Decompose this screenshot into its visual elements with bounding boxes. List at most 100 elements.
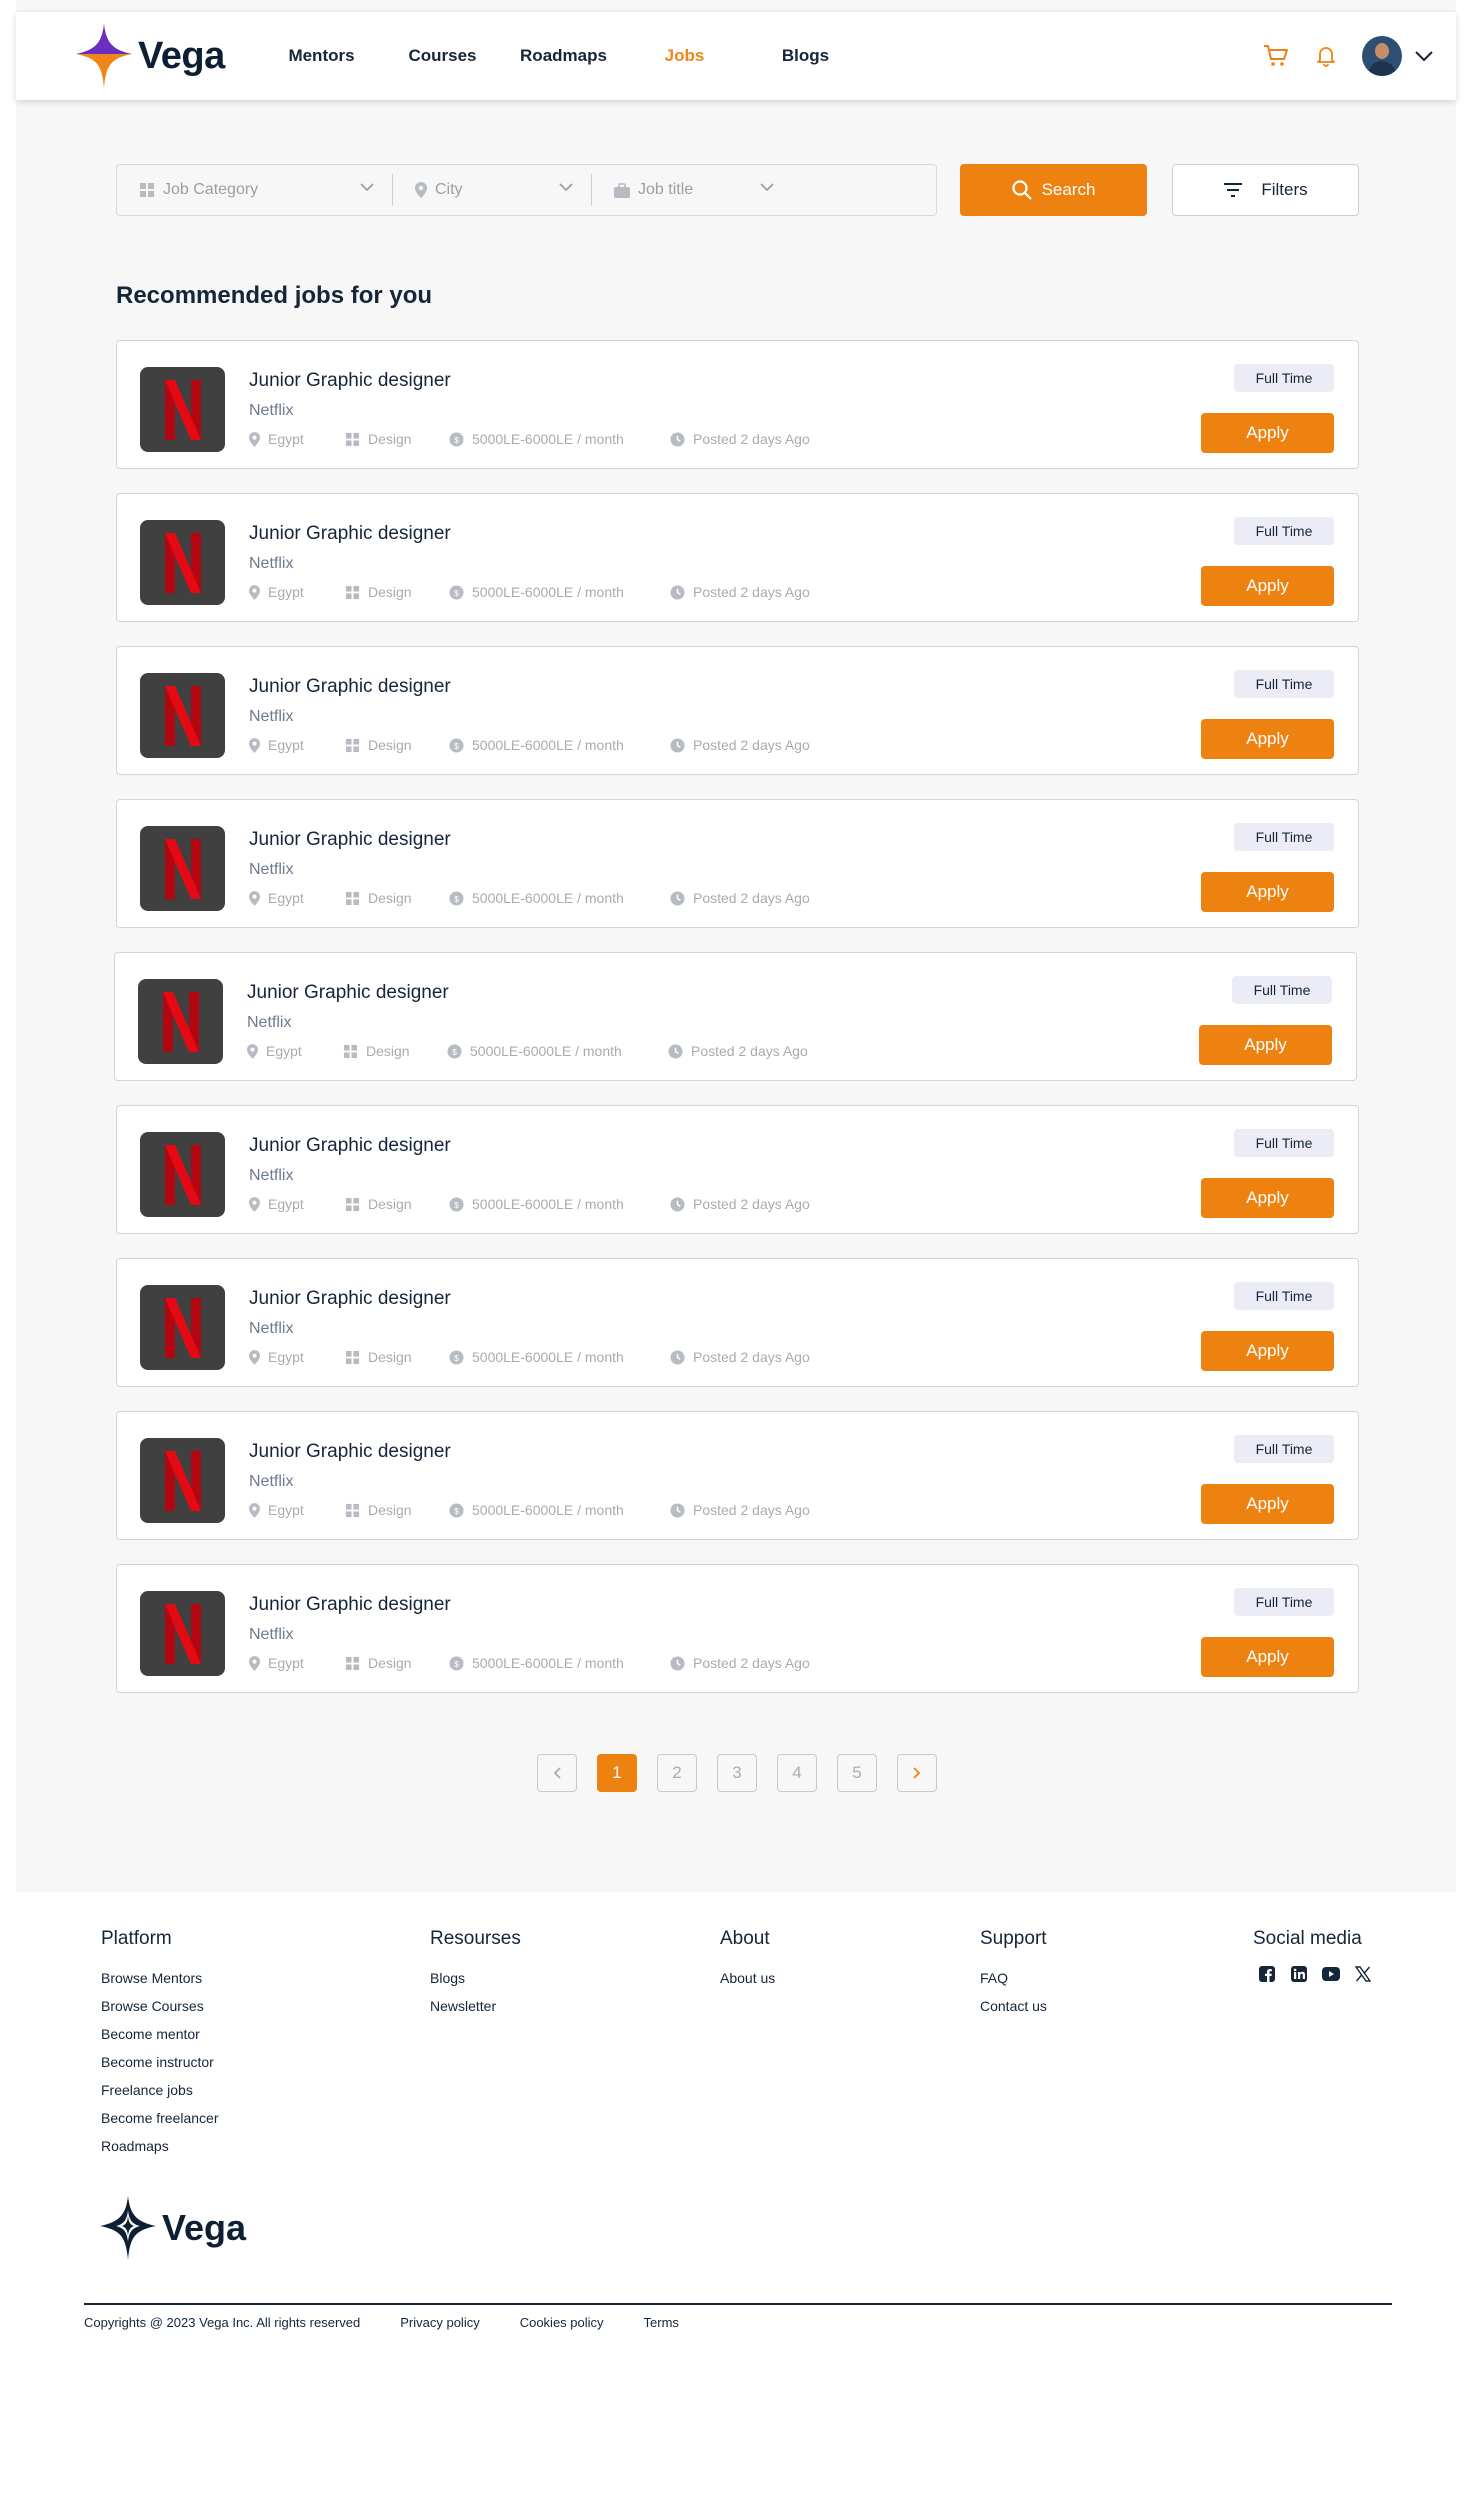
job-title[interactable]: Junior Graphic designer — [249, 370, 451, 392]
job-posted-text: Posted 2 days Ago — [693, 584, 810, 600]
apply-button[interactable]: Apply — [1201, 1178, 1334, 1218]
footer-link-browse-courses[interactable]: Browse Courses — [101, 1992, 219, 2020]
job-posted: Posted 2 days Ago — [670, 1502, 810, 1518]
privacy-policy-link[interactable]: Privacy policy — [400, 2315, 479, 2330]
nav-courses[interactable]: Courses — [382, 46, 503, 66]
grid-icon — [345, 432, 360, 446]
job-type-badge: Full Time — [1234, 1129, 1334, 1157]
job-card[interactable]: Junior Graphic designer Netflix Egypt De… — [116, 799, 1359, 928]
job-card[interactable]: Junior Graphic designer Netflix Egypt De… — [116, 1105, 1359, 1234]
footer-link-freelance-jobs[interactable]: Freelance jobs — [101, 2076, 219, 2104]
bell-icon[interactable] — [1312, 42, 1340, 70]
job-card[interactable]: Junior Graphic designer Netflix Egypt De… — [116, 493, 1359, 622]
prev-page-button[interactable] — [537, 1754, 577, 1792]
grid-icon — [345, 585, 360, 599]
chevron-down-icon[interactable] — [1410, 42, 1438, 70]
job-title[interactable]: Junior Graphic designer — [249, 829, 451, 851]
footer-link-faq[interactable]: FAQ — [980, 1964, 1047, 1992]
footer-link-blogs[interactable]: Blogs — [430, 1964, 521, 1992]
avatar[interactable] — [1362, 36, 1402, 76]
city-placeholder: City — [435, 181, 463, 198]
job-title[interactable]: Junior Graphic designer — [249, 1135, 451, 1157]
job-title[interactable]: Junior Graphic designer — [247, 982, 449, 1004]
job-type-badge: Full Time — [1234, 364, 1334, 392]
job-card[interactable]: Junior Graphic designer Netflix Egypt De… — [116, 340, 1359, 469]
youtube-icon[interactable] — [1321, 1964, 1341, 1984]
company-name[interactable]: Netflix — [249, 1473, 293, 1491]
apply-button[interactable]: Apply — [1199, 1025, 1332, 1065]
footer-heading: About — [720, 1928, 770, 1949]
page-button-1[interactable]: 1 — [597, 1754, 637, 1792]
job-type-badge: Full Time — [1234, 823, 1334, 851]
footer-link-become-mentor[interactable]: Become mentor — [101, 2020, 219, 2048]
chevron-right-icon — [913, 1767, 921, 1779]
footer-link-become-freelancer[interactable]: Become freelancer — [101, 2104, 219, 2132]
job-category-select[interactable]: Job Category — [117, 165, 392, 215]
job-title[interactable]: Junior Graphic designer — [249, 676, 451, 698]
filters-button[interactable]: Filters — [1172, 164, 1359, 216]
job-card[interactable]: Junior Graphic designer Netflix Egypt De… — [116, 1564, 1359, 1693]
cart-icon[interactable] — [1262, 42, 1290, 70]
footer-link-contact-us[interactable]: Contact us — [980, 1992, 1047, 2020]
footer-link-about-us[interactable]: About us — [720, 1964, 775, 1992]
company-name[interactable]: Netflix — [249, 1320, 293, 1338]
apply-button[interactable]: Apply — [1201, 566, 1334, 606]
page-button-5[interactable]: 5 — [837, 1754, 877, 1792]
x-icon[interactable] — [1353, 1964, 1373, 1984]
chevron-down-icon — [360, 183, 374, 192]
job-title[interactable]: Junior Graphic designer — [249, 523, 451, 545]
footer-logo[interactable]: Vega — [100, 2196, 246, 2260]
filter-icon — [1224, 183, 1243, 197]
footer-link-browse-mentors[interactable]: Browse Mentors — [101, 1964, 219, 1992]
job-posted-text: Posted 2 days Ago — [693, 1349, 810, 1365]
footer-link-newsletter[interactable]: Newsletter — [430, 1992, 521, 2020]
company-name[interactable]: Netflix — [249, 402, 293, 420]
linkedin-icon[interactable] — [1289, 1964, 1309, 1984]
job-card[interactable]: Junior Graphic designer Netflix Egypt De… — [116, 646, 1359, 775]
nav-jobs[interactable]: Jobs — [624, 46, 745, 66]
job-posted-text: Posted 2 days Ago — [693, 1655, 810, 1671]
company-name[interactable]: Netflix — [249, 708, 293, 726]
job-card[interactable]: Junior Graphic designer Netflix Egypt De… — [114, 952, 1357, 1081]
facebook-icon[interactable] — [1257, 1964, 1277, 1984]
job-meta: Egypt Design $ 5000LE-6000LE / month Pos… — [247, 1043, 808, 1059]
company-name[interactable]: Netflix — [249, 1167, 293, 1185]
location-pin-icon — [249, 1196, 260, 1212]
apply-button[interactable]: Apply — [1201, 1331, 1334, 1371]
page-button-2[interactable]: 2 — [657, 1754, 697, 1792]
page-button-4[interactable]: 4 — [777, 1754, 817, 1792]
search-button[interactable]: Search — [960, 164, 1147, 216]
job-title[interactable]: Junior Graphic designer — [249, 1594, 451, 1616]
page-button-3[interactable]: 3 — [717, 1754, 757, 1792]
job-card[interactable]: Junior Graphic designer Netflix Egypt De… — [116, 1411, 1359, 1540]
cookies-policy-link[interactable]: Cookies policy — [520, 2315, 604, 2330]
job-title[interactable]: Junior Graphic designer — [249, 1288, 451, 1310]
terms-link[interactable]: Terms — [644, 2315, 679, 2330]
footer-link-become-instructor[interactable]: Become instructor — [101, 2048, 219, 2076]
apply-button[interactable]: Apply — [1201, 1484, 1334, 1524]
job-category-text: Design — [366, 1043, 410, 1059]
nav-blogs[interactable]: Blogs — [745, 46, 866, 66]
next-page-button[interactable] — [897, 1754, 937, 1792]
svg-text:$: $ — [454, 587, 459, 597]
apply-button[interactable]: Apply — [1201, 872, 1334, 912]
company-name[interactable]: Netflix — [249, 1626, 293, 1644]
footer-link-roadmaps[interactable]: Roadmaps — [101, 2132, 219, 2160]
company-name[interactable]: Netflix — [247, 1014, 291, 1032]
apply-button[interactable]: Apply — [1201, 719, 1334, 759]
job-posted: Posted 2 days Ago — [668, 1043, 808, 1059]
job-title-select[interactable]: Job title — [592, 165, 792, 215]
footer-support: Support FAQ Contact us — [980, 1928, 1047, 2020]
job-title[interactable]: Junior Graphic designer — [249, 1441, 451, 1463]
company-name[interactable]: Netflix — [249, 861, 293, 879]
company-name[interactable]: Netflix — [249, 555, 293, 573]
apply-button[interactable]: Apply — [1201, 1637, 1334, 1677]
job-card[interactable]: Junior Graphic designer Netflix Egypt De… — [116, 1258, 1359, 1387]
vega-logo[interactable]: Vega — [76, 24, 225, 88]
nav-mentors[interactable]: Mentors — [261, 46, 382, 66]
job-category-text: Design — [368, 584, 412, 600]
apply-button[interactable]: Apply — [1201, 413, 1334, 453]
company-logo — [140, 520, 225, 605]
city-select[interactable]: City — [393, 165, 591, 215]
nav-roadmaps[interactable]: Roadmaps — [503, 46, 624, 66]
